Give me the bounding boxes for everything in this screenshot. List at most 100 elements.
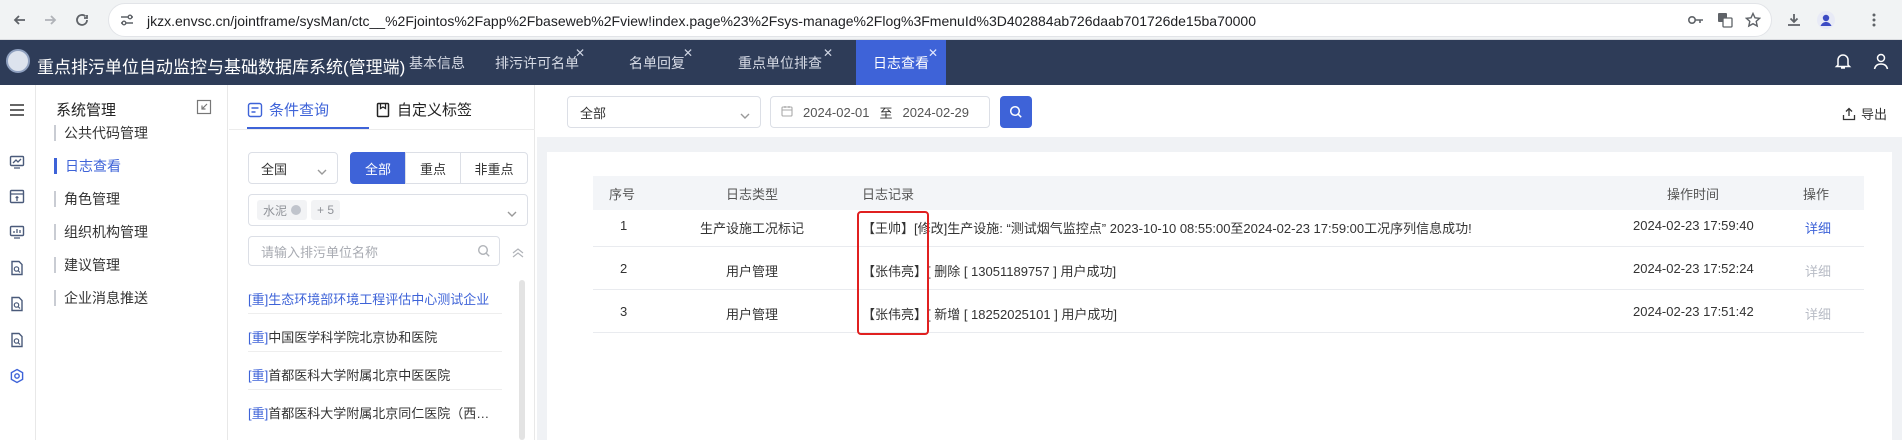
menu-toggle-icon[interactable] — [6, 99, 28, 121]
key-prefix: [重] — [248, 406, 269, 421]
site-settings-icon[interactable] — [119, 12, 135, 31]
cell-time: 2024-02-23 17:59:40 — [1633, 218, 1754, 233]
column-header-type: 日志类型 — [726, 186, 779, 202]
tab-label: 条件查询 — [269, 102, 330, 119]
notification-bell-icon[interactable] — [1834, 52, 1852, 73]
monitor-icon[interactable] — [6, 151, 28, 173]
divider — [248, 313, 502, 314]
profile-avatar-icon[interactable] — [1812, 6, 1840, 34]
key-prefix: [重] — [248, 368, 269, 383]
chrome-menu-icon[interactable] — [1860, 6, 1888, 34]
cell-record: 【王帅】[修改]生产设施: “测试烟气监控点” 2023-10-10 08:55… — [862, 221, 1472, 236]
cell-no: 2 — [620, 261, 628, 276]
segment-non-key[interactable]: 非重点 — [460, 152, 528, 184]
system-menu-title: 系统管理 — [56, 102, 117, 119]
tab-basic-info[interactable]: 基本信息 — [393, 40, 481, 85]
column-header-action: 操作 — [1803, 186, 1830, 202]
cell-type: 用户管理 — [726, 307, 779, 322]
doc-search-icon[interactable] — [6, 257, 28, 279]
segment-all[interactable]: 全部 — [350, 152, 406, 184]
search-icon[interactable] — [477, 244, 491, 261]
tag-close-icon[interactable] — [291, 205, 302, 215]
tab-label: 日志查看 — [873, 54, 929, 71]
menu-item-role-management[interactable]: 角色管理 — [54, 191, 120, 207]
segment-key[interactable]: 重点 — [405, 152, 461, 184]
app-title: 重点排污单位自动监控与基础数据库系统(管理端) — [37, 58, 406, 77]
url-text: jkzx.envsc.cn/jointframe/sysMan/ctc__%2F… — [147, 13, 1257, 29]
org-search-input[interactable]: 请输入排污单位名称 — [248, 236, 500, 266]
doc-search-icon[interactable] — [6, 293, 28, 315]
org-name: 中国医学科学院北京协和医院 — [268, 330, 438, 345]
org-list-item[interactable]: [重]首都医科大学附属北京中医医院 — [248, 365, 502, 384]
operator-highlight-box — [857, 211, 929, 335]
column-header-time: 操作时间 — [1667, 186, 1720, 202]
cell-time: 2024-02-23 17:51:42 — [1633, 304, 1754, 319]
close-icon[interactable]: ✕ — [823, 46, 833, 60]
reload-icon[interactable] — [68, 6, 96, 34]
browser-toolbar: jkzx.envsc.cn/jointframe/sysMan/ctc__%2F… — [0, 0, 1902, 40]
tag-chip: 水泥 — [257, 200, 308, 220]
column-header-no: 序号 — [609, 186, 636, 202]
tag-label: 水泥 — [263, 203, 288, 218]
date-range-picker[interactable]: 2024-02-01 至 2024-02-29 — [770, 96, 990, 128]
tab-label: 自定义标签 — [397, 102, 473, 119]
chevron-down-icon — [317, 164, 327, 179]
menu-item-org-management[interactable]: 组织机构管理 — [54, 224, 148, 240]
icon-sidebar — [0, 85, 36, 440]
system-menu: 系统管理 公共代码管理 日志查看 角色管理 组织机构管理 建议管理 企业消息推送 — [36, 85, 228, 440]
close-icon[interactable]: ✕ — [683, 46, 693, 60]
close-icon[interactable]: ✕ — [575, 46, 585, 60]
tab-custom-tag[interactable]: 自定义标签 — [375, 99, 472, 120]
tab-condition-query[interactable]: 条件查询 — [247, 99, 329, 120]
detail-link[interactable]: 详细 — [1805, 261, 1831, 280]
tab-permit-list[interactable]: 排污许可名单 ✕ — [481, 40, 593, 85]
screen-chart-icon[interactable] — [6, 221, 28, 243]
calendar-money-icon[interactable] — [6, 185, 28, 207]
tab-label: 排污许可名单 — [495, 54, 579, 71]
password-key-icon[interactable] — [1687, 12, 1705, 31]
key-prefix: [重] — [248, 292, 269, 307]
back-icon[interactable] — [6, 6, 34, 34]
chevron-down-icon — [740, 108, 750, 123]
settings-icon[interactable] — [6, 365, 28, 387]
search-button[interactable] — [1000, 96, 1032, 128]
tab-list-reply[interactable]: 名单回复 ✕ — [613, 40, 701, 85]
cell-time: 2024-02-23 17:52:24 — [1633, 261, 1754, 276]
org-list-item[interactable]: [重]生态环境部环境工程评估中心测试企业 — [248, 289, 502, 308]
cell-type: 用户管理 — [726, 264, 779, 279]
address-bar[interactable]: jkzx.envsc.cn/jointframe/sysMan/ctc__%2F… — [108, 3, 1772, 37]
industry-tag-select[interactable]: 水泥 + 5 — [248, 194, 528, 226]
region-value: 全国 — [261, 161, 288, 177]
doc-search-icon[interactable] — [6, 329, 28, 351]
list-scrollbar[interactable] — [519, 280, 525, 440]
tab-label: 名单回复 — [629, 54, 685, 71]
region-select[interactable]: 全国 — [248, 152, 338, 184]
tab-key-unit-check[interactable]: 重点单位排查 ✕ — [719, 40, 841, 85]
calendar-icon — [781, 105, 793, 120]
download-icon[interactable] — [1780, 6, 1808, 34]
menu-item-suggestion-management[interactable]: 建议管理 — [54, 257, 120, 273]
menu-item-public-code[interactable]: 公共代码管理 — [54, 125, 148, 141]
org-list-item[interactable]: [重]首都医科大学附属北京同仁医院（西… — [248, 403, 502, 422]
export-button[interactable]: 导出 — [1842, 104, 1887, 123]
menu-item-log-view[interactable]: 日志查看 — [54, 158, 121, 174]
chevron-down-icon — [507, 206, 517, 221]
export-icon — [1842, 107, 1856, 120]
close-icon[interactable]: ✕ — [928, 46, 938, 60]
collapse-icon[interactable] — [196, 99, 212, 115]
log-type-value: 全部 — [580, 105, 607, 121]
detail-link[interactable]: 详细 — [1805, 218, 1831, 237]
org-list-item[interactable]: [重]中国医学科学院北京协和医院 — [248, 327, 502, 346]
menu-item-enterprise-push[interactable]: 企业消息推送 — [54, 290, 148, 306]
user-icon[interactable] — [1872, 52, 1890, 73]
org-name: 生态环境部环境工程评估中心测试企业 — [268, 292, 490, 307]
detail-link[interactable]: 详细 — [1805, 304, 1831, 323]
collapse-up-icon[interactable] — [512, 246, 524, 261]
translate-icon[interactable] — [1717, 12, 1733, 31]
cell-no: 3 — [620, 304, 628, 319]
log-type-select[interactable]: 全部 — [567, 96, 761, 128]
forward-icon[interactable] — [36, 6, 64, 34]
date-to: 2024-02-29 — [902, 104, 970, 120]
tab-log-view[interactable]: 日志查看 ✕ — [856, 40, 946, 85]
bookmark-star-icon[interactable] — [1744, 11, 1762, 31]
